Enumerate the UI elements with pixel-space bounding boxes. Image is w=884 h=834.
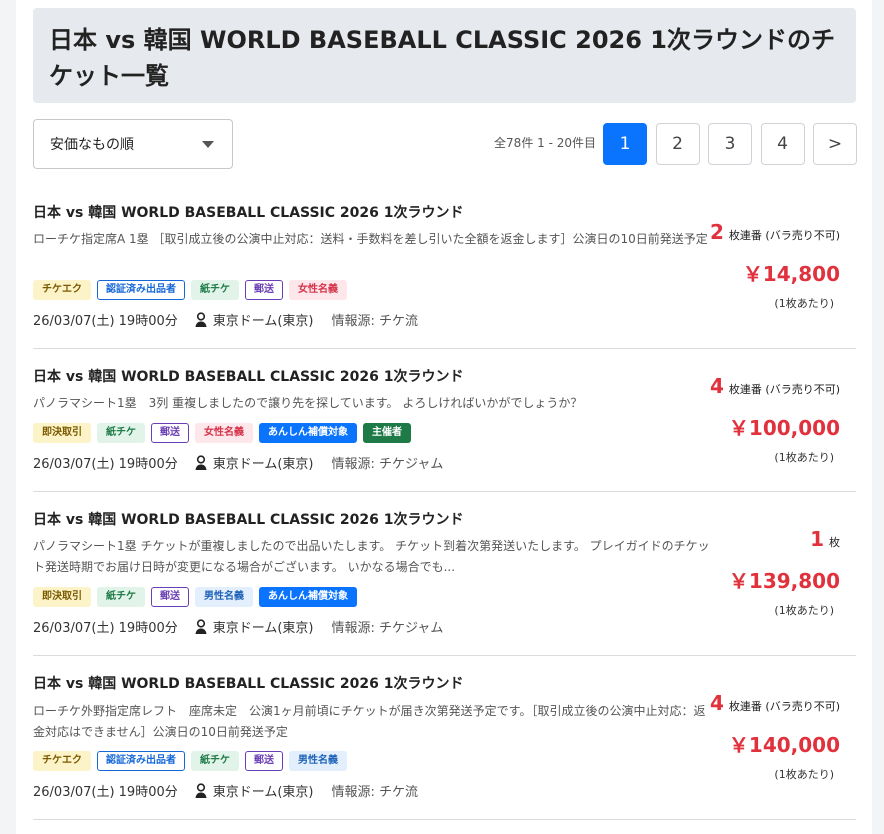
listing-price: ￥139,800	[728, 569, 840, 593]
tag: 男性名義	[289, 751, 347, 771]
listing-title[interactable]: 日本 vs 韓国 WORLD BASEBALL CLASSIC 2026 1次ラ…	[33, 673, 464, 693]
listing-venue-label: 東京ドーム(東京)	[212, 457, 314, 472]
tag: チケエク	[33, 280, 91, 300]
listing-datetime: 26/03/07(土) 19時00分	[33, 314, 178, 329]
listing-venue: 東京ドーム(東京)	[194, 617, 314, 636]
tag: 郵送	[245, 751, 283, 771]
listing-item[interactable]: 日本 vs 韓国 WORLD BASEBALL CLASSIC 2026 1次ラ…	[33, 192, 856, 349]
listing-quantity: 4 枚連番 (バラ売り不可)	[710, 691, 840, 715]
quantity-unit: 枚連番 (バラ売り不可)	[728, 383, 840, 396]
listing-tags: チケエク 認証済み出品者 紙チケ 郵送 男性名義	[33, 751, 353, 771]
tag: 郵送	[151, 423, 189, 443]
listing-title[interactable]: 日本 vs 韓国 WORLD BASEBALL CLASSIC 2026 1次ラ…	[33, 366, 464, 386]
next-page-button[interactable]: >	[813, 123, 857, 165]
listing-quantity: 4 枚連番 (バラ売り不可)	[710, 374, 840, 398]
page-button-1[interactable]: 1	[603, 123, 647, 165]
listing-venue-label: 東京ドーム(東京)	[212, 621, 314, 636]
listing-price: ￥100,000	[728, 416, 840, 440]
pagination: 1 2 3 4 >	[603, 123, 857, 165]
listing-tags: 即決取引 紙チケ 郵送 男性名義 あんしん補償対象	[33, 587, 363, 607]
tag: 主催者	[363, 423, 411, 443]
listing-description: パノラマシート1塁 チケットが重複しましたので出品いたします。 チケット到着次第…	[33, 539, 710, 574]
quantity-number: 2	[709, 220, 724, 244]
listing-per-ticket: (1枚あたり)	[774, 768, 834, 781]
person-icon	[195, 454, 207, 470]
page-button-3[interactable]: 3	[708, 123, 752, 165]
listing-meta: 26/03/07(土) 19時00分 東京ドーム(東京) 情報源: チケ流	[33, 310, 418, 329]
page-button-4[interactable]: 4	[760, 123, 805, 165]
person-icon	[195, 618, 207, 634]
listing-description: パノラマシート1塁 3列 重複しましたので譲り先を探しています。 よろしければい…	[33, 396, 583, 410]
page-button-2[interactable]: 2	[655, 123, 700, 165]
quantity-unit: 枚連番 (バラ売り不可)	[728, 229, 840, 242]
listing-venue-label: 東京ドーム(東京)	[212, 785, 314, 800]
listing-per-ticket: (1枚あたり)	[774, 604, 834, 617]
sort-select[interactable]: 安価なもの順	[33, 119, 233, 169]
listing-title[interactable]: 日本 vs 韓国 WORLD BASEBALL CLASSIC 2026 1次ラ…	[33, 509, 464, 529]
listing-quantity: 2 枚連番 (バラ売り不可)	[710, 220, 840, 244]
tag: 紙チケ	[191, 751, 239, 771]
quantity-unit: 枚連番 (バラ売り不可)	[728, 700, 840, 713]
tag: 紙チケ	[97, 587, 145, 607]
tag: あんしん補償対象	[259, 423, 357, 443]
listing-source: 情報源: チケジャム	[331, 457, 444, 472]
result-count: 全78件 1 - 20件目	[494, 136, 596, 150]
listing-venue: 東京ドーム(東京)	[194, 781, 314, 800]
listing-item[interactable]: 日本 vs 韓国 WORLD BASEBALL CLASSIC 2026 1次ラ…	[33, 656, 856, 820]
listing-description: ローチケ指定席A 1塁 ［取引成立後の公演中止対応：送料・手数料を差し引いた全額…	[33, 232, 708, 246]
tag: 女性名義	[195, 423, 253, 443]
listing-quantity: 1 枚	[810, 527, 840, 551]
sort-select-label: 安価なもの順	[50, 137, 134, 153]
quantity-number: 4	[709, 691, 724, 715]
tag: 郵送	[245, 280, 283, 300]
listing-venue-label: 東京ドーム(東京)	[212, 314, 314, 329]
quantity-number: 4	[709, 374, 724, 398]
listing-title[interactable]: 日本 vs 韓国 WORLD BASEBALL CLASSIC 2026 1次ラ…	[33, 202, 464, 222]
listing-meta: 26/03/07(土) 19時00分 東京ドーム(東京) 情報源: チケジャム	[33, 617, 443, 636]
tag: 認証済み出品者	[97, 751, 185, 771]
listing-tags: チケエク 認証済み出品者 紙チケ 郵送 女性名義	[33, 280, 353, 300]
listing-meta: 26/03/07(土) 19時00分 東京ドーム(東京) 情報源: チケジャム	[33, 453, 443, 472]
quantity-unit: 枚	[829, 536, 840, 549]
listing-meta: 26/03/07(土) 19時00分 東京ドーム(東京) 情報源: チケ流	[33, 781, 418, 800]
tag: 紙チケ	[97, 423, 145, 443]
listing-source: 情報源: チケジャム	[331, 621, 444, 636]
listing-description: ローチケ外野指定席レフト 座席未定 公演1ヶ月前頃にチケットが届き次第発送予定で…	[33, 704, 706, 739]
tag: 女性名義	[289, 280, 347, 300]
page-title-box: 日本 vs 韓国 WORLD BASEBALL CLASSIC 2026 1次ラ…	[33, 8, 856, 103]
listing-per-ticket: (1枚あたり)	[774, 451, 834, 464]
listing-datetime: 26/03/07(土) 19時00分	[33, 621, 178, 636]
listing-price: ￥14,800	[742, 262, 840, 286]
listing-datetime: 26/03/07(土) 19時00分	[33, 785, 178, 800]
listing-tags: 即決取引 紙チケ 郵送 女性名義 あんしん補償対象 主催者	[33, 423, 417, 443]
caret-down-icon	[202, 140, 214, 148]
listing-item[interactable]: 日本 vs 韓国 WORLD BASEBALL CLASSIC 2026 1次ラ…	[33, 349, 856, 492]
listing-venue: 東京ドーム(東京)	[194, 453, 314, 472]
tag: 紙チケ	[191, 280, 239, 300]
page-title: 日本 vs 韓国 WORLD BASEBALL CLASSIC 2026 1次ラ…	[49, 26, 835, 90]
listing-item[interactable]: 日本 vs 韓国 WORLD BASEBALL CLASSIC 2026 1次ラ…	[33, 492, 856, 656]
listing-source: 情報源: チケ流	[331, 785, 419, 800]
quantity-number: 1	[810, 527, 824, 551]
person-icon	[195, 311, 207, 327]
listing-source: 情報源: チケ流	[331, 314, 419, 329]
listing-per-ticket: (1枚あたり)	[774, 297, 834, 310]
person-icon	[195, 782, 207, 798]
listing-card: 日本 vs 韓国 WORLD BASEBALL CLASSIC 2026 1次ラ…	[16, 0, 872, 834]
tag: チケエク	[33, 751, 91, 771]
tag: 即決取引	[33, 423, 91, 443]
tag: 認証済み出品者	[97, 280, 185, 300]
listing-venue: 東京ドーム(東京)	[194, 310, 314, 329]
tag: あんしん補償対象	[259, 587, 357, 607]
listing-price: ￥140,000	[728, 733, 840, 757]
tag: 即決取引	[33, 587, 91, 607]
tag: 郵送	[151, 587, 189, 607]
tag: 男性名義	[195, 587, 253, 607]
listing-datetime: 26/03/07(土) 19時00分	[33, 457, 178, 472]
